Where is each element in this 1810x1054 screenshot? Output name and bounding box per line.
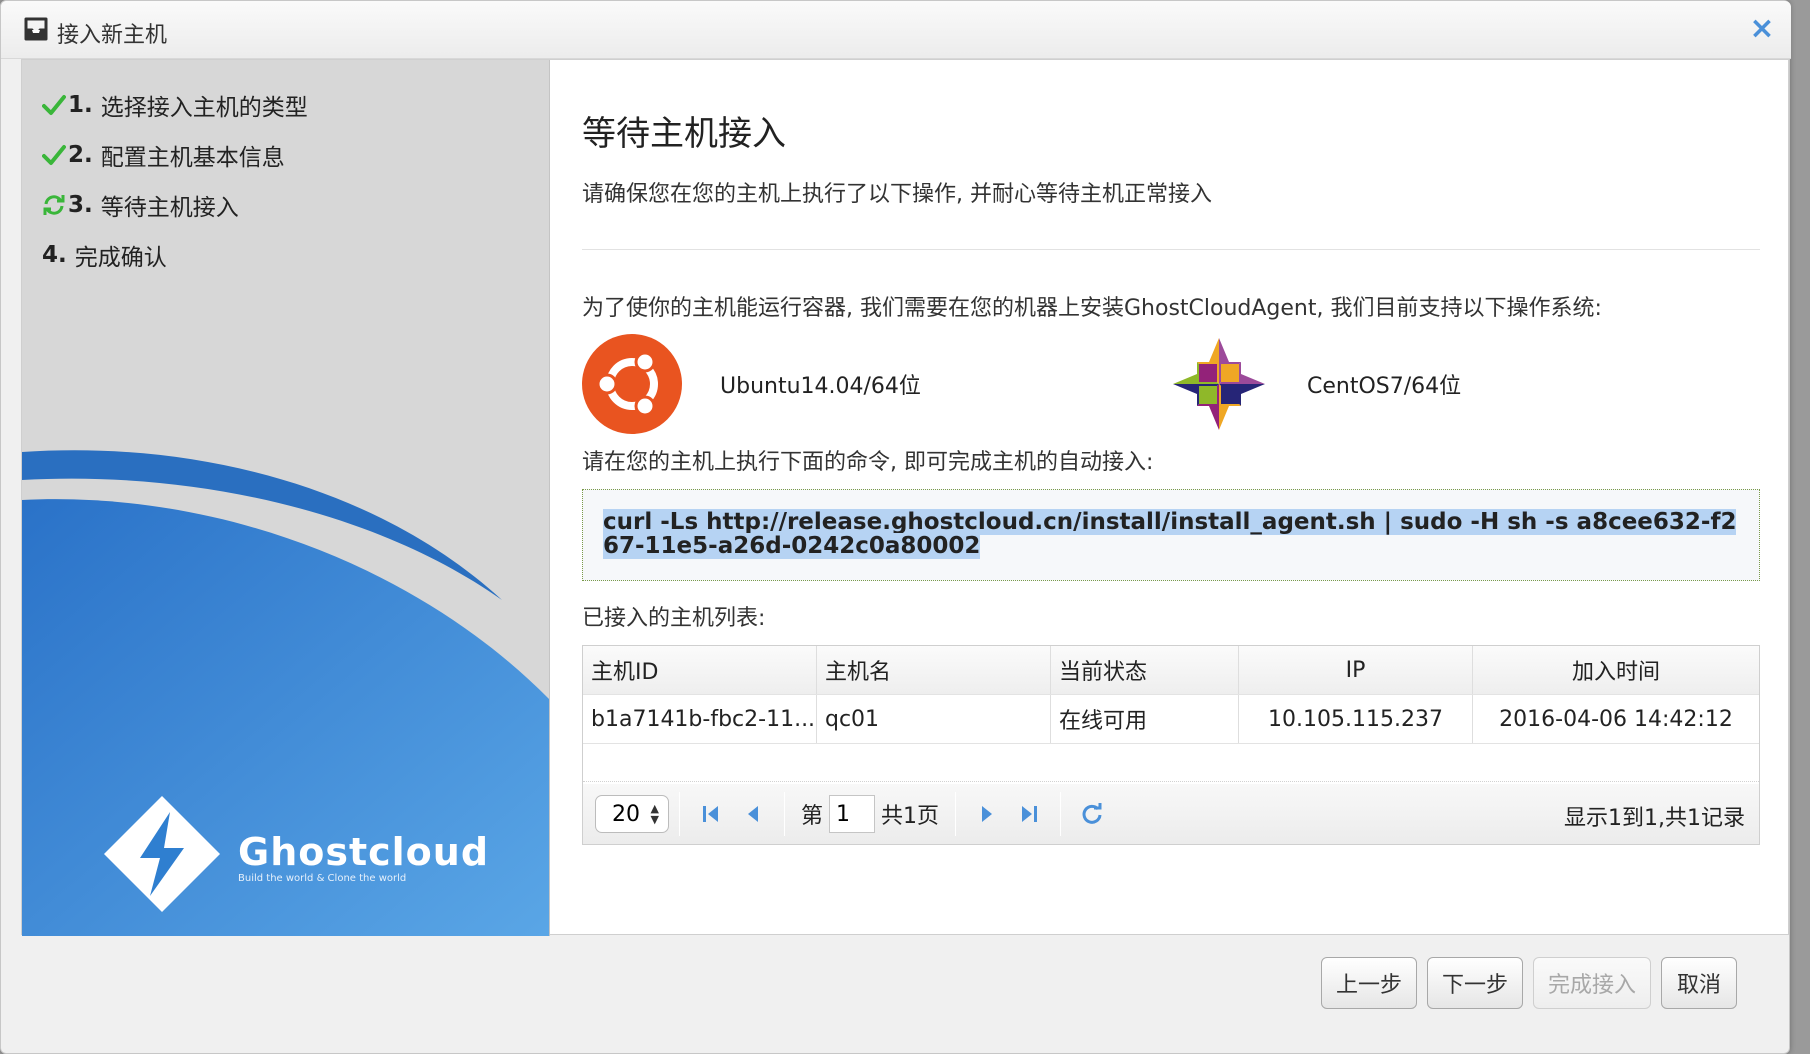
os-name: CentOS7/64位	[1307, 374, 1462, 399]
finish-button[interactable]: 完成接入	[1533, 957, 1651, 1009]
wizard-sidebar: 1. 选择接入主机的类型 2. 配置主机基本信息 3. 等待主机接入 4. 完成…	[22, 60, 550, 936]
separator	[1060, 792, 1062, 836]
refresh-icon[interactable]	[1071, 794, 1113, 834]
host-joined-cell: 2016-04-06 14:42:12	[1499, 706, 1733, 732]
divider	[582, 249, 1760, 250]
cancel-button[interactable]: 取消	[1661, 957, 1737, 1009]
intro-text: 为了使你的主机能运行容器, 我们需要在您的机器上安装GhostCloudAgen…	[582, 296, 1602, 321]
separator	[784, 792, 785, 836]
page-size-select[interactable]: 20 ▲ ▼	[595, 795, 669, 833]
ubuntu-logo-icon	[582, 334, 682, 434]
os-centos: CentOS7/64位	[1169, 334, 1461, 434]
column-header[interactable]: IP	[1239, 646, 1473, 694]
column-header[interactable]: 主机名	[817, 646, 1051, 694]
dialog-title: 接入新主机	[57, 23, 168, 48]
step-2: 2. 配置主机基本信息	[42, 130, 308, 180]
ghostcloud-logo-icon	[104, 796, 220, 912]
refresh-icon	[42, 193, 66, 217]
page-number-input[interactable]: 1	[829, 795, 876, 833]
close-icon[interactable]: ×	[1747, 13, 1777, 45]
host-name-cell: qc01	[817, 695, 1051, 743]
wizard-content: 等待主机接入 请确保您在您的主机上执行了以下操作, 并耐心等待主机正常接入 为了…	[582, 60, 1782, 936]
column-header[interactable]: 当前状态	[1051, 646, 1239, 694]
step-label: 等待主机接入	[100, 195, 239, 221]
host-id-cell: b1a7141b-fbc2-11...	[583, 695, 817, 743]
separator	[955, 792, 957, 836]
spinner-icon: ▲ ▼	[650, 802, 659, 826]
page-title: 等待主机接入	[582, 114, 786, 154]
page-subtitle: 请确保您在您的主机上执行了以下操作, 并耐心等待主机正常接入	[582, 182, 1212, 207]
last-page-icon[interactable]	[1008, 794, 1050, 834]
centos-logo-icon	[1169, 334, 1269, 434]
host-ip-cell: 10.105.115.237	[1239, 695, 1473, 743]
dialog-footer: 上一步 下一步 完成接入 取消	[1321, 957, 1737, 1009]
step-1: 1. 选择接入主机的类型	[42, 80, 308, 130]
install-command[interactable]: curl -Ls http://release.ghostcloud.cn/in…	[603, 509, 1737, 559]
page-total: 共1页	[881, 804, 940, 829]
brand-tagline: Build the world & Clone the world	[238, 873, 407, 884]
check-icon	[42, 143, 66, 167]
table-row[interactable]: b1a7141b-fbc2-11... qc01 在线可用 10.105.115…	[583, 695, 1759, 744]
separator	[679, 792, 680, 836]
inbox-icon	[23, 17, 49, 41]
host-status-cell: 在线可用	[1051, 695, 1239, 743]
table-header: 主机ID 主机名 当前状态 IP 加入时间	[583, 646, 1759, 695]
step-4: 4. 完成确认	[42, 230, 308, 280]
command-hint: 请在您的主机上执行下面的命令, 即可完成主机的自动接入:	[582, 450, 1154, 475]
step-label: 选择接入主机的类型	[100, 95, 308, 121]
step-3: 3. 等待主机接入	[42, 180, 308, 230]
host-list-title: 已接入的主机列表:	[582, 606, 766, 631]
page-prefix: 第	[801, 804, 824, 829]
command-box[interactable]: curl -Ls http://release.ghostcloud.cn/in…	[582, 489, 1760, 581]
column-header[interactable]: 主机ID	[583, 646, 817, 694]
wizard-steps: 1. 选择接入主机的类型 2. 配置主机基本信息 3. 等待主机接入 4. 完成…	[42, 80, 308, 280]
brand-name: Ghostcloud	[238, 830, 490, 874]
os-ubuntu: Ubuntu14.04/64位	[582, 334, 921, 434]
page-info: 显示1到1,共1记录	[1564, 806, 1745, 831]
prev-step-button[interactable]: 上一步	[1321, 957, 1417, 1009]
host-table: 主机ID 主机名 当前状态 IP 加入时间 b1a7141b-fbc2-11..…	[582, 645, 1760, 845]
next-page-icon[interactable]	[966, 794, 1008, 834]
prev-page-icon[interactable]	[732, 794, 774, 834]
step-label: 配置主机基本信息	[100, 145, 285, 171]
dialog-titlebar[interactable]: 接入新主机 ×	[1, 1, 1791, 59]
add-host-dialog: 接入新主机 × 1. 选择接入主机的类型 2. 配置主机基本信息 3. 等待主机…	[0, 0, 1791, 1054]
column-header[interactable]: 加入时间	[1473, 646, 1759, 694]
pagination-bar: 20 ▲ ▼ 第 1 共1页 显示1到1,共1记录	[583, 784, 1759, 844]
next-step-button[interactable]: 下一步	[1427, 957, 1523, 1009]
check-icon	[42, 93, 66, 117]
first-page-icon[interactable]	[690, 794, 732, 834]
table-empty-space	[583, 744, 1759, 782]
step-label: 完成确认	[74, 245, 167, 271]
dialog-body: 1. 选择接入主机的类型 2. 配置主机基本信息 3. 等待主机接入 4. 完成…	[21, 59, 1789, 936]
os-name: Ubuntu14.04/64位	[720, 374, 921, 399]
